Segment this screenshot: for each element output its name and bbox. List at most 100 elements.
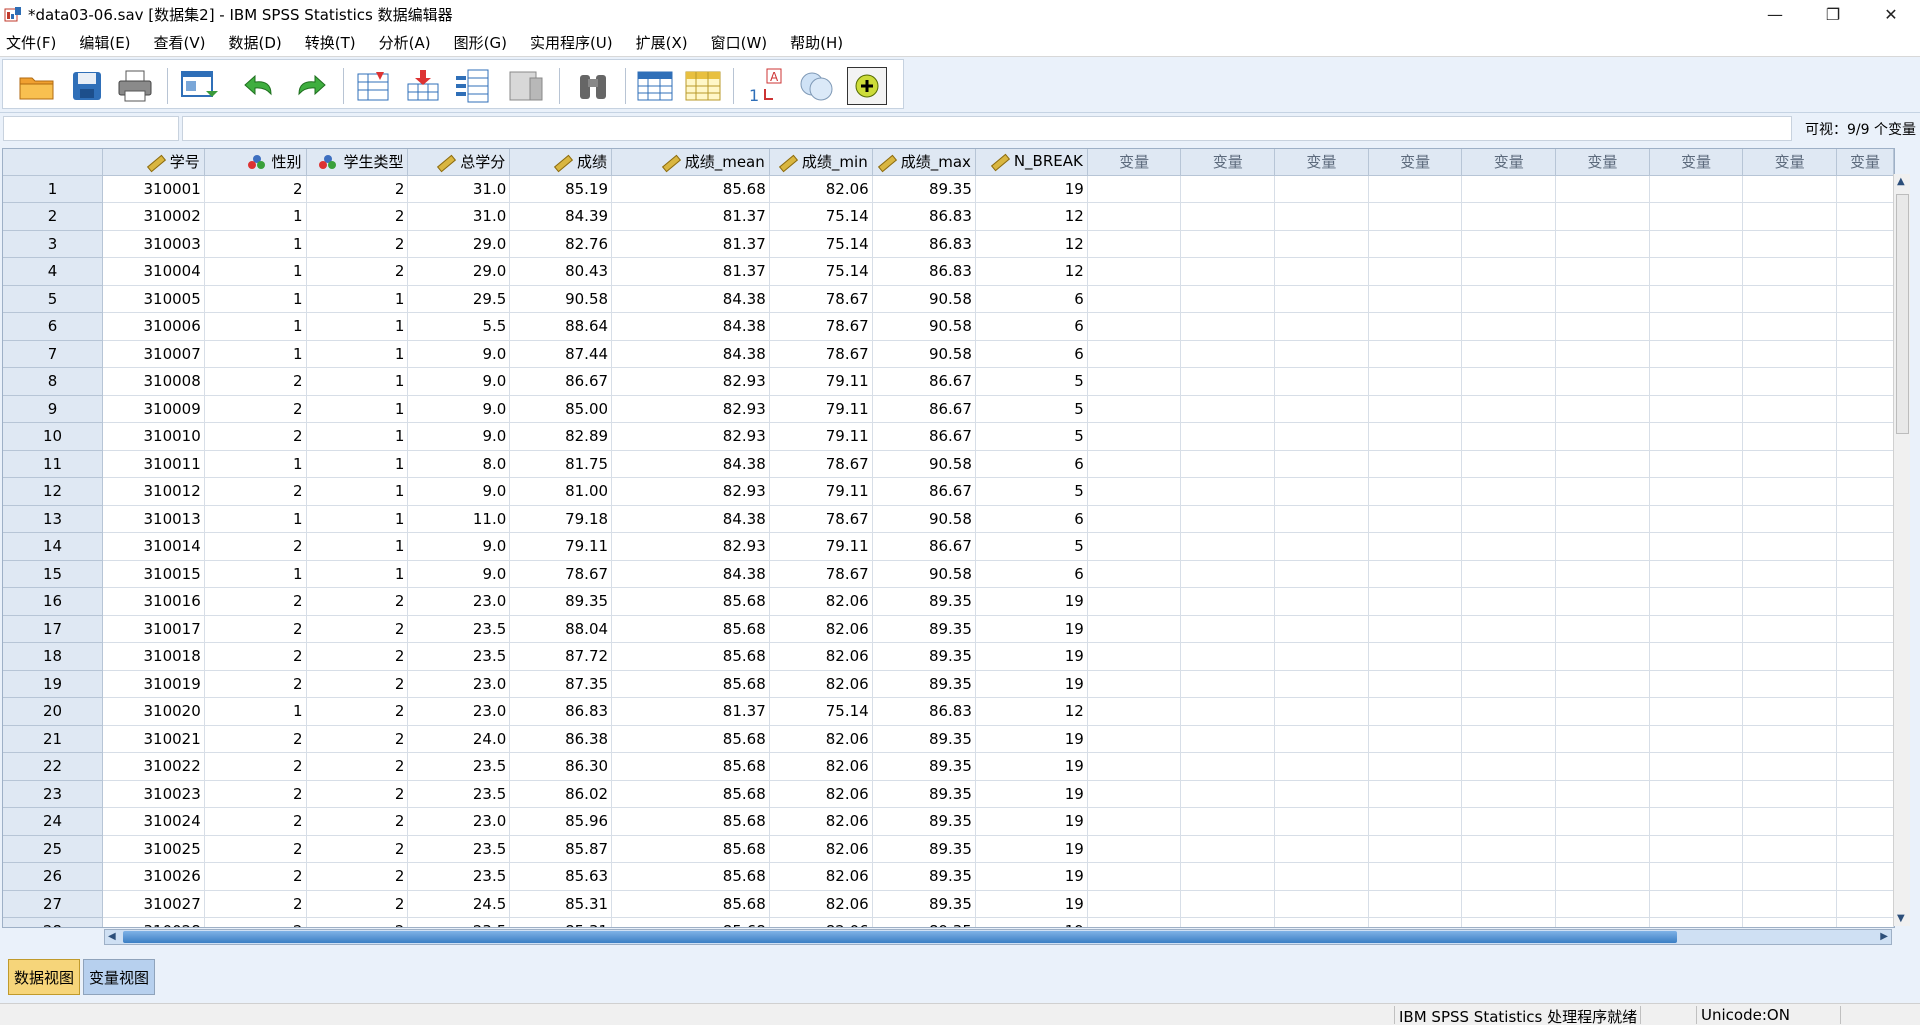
column-header[interactable]: N_BREAK [975,149,1088,176]
data-cell[interactable]: 86.67 [872,477,976,506]
row-number[interactable]: 27 [3,890,104,918]
data-cell[interactable]: 85.68 [611,780,770,808]
empty-cell[interactable] [1274,642,1369,671]
data-cell[interactable]: 85.68 [611,917,770,927]
empty-cell[interactable] [1461,422,1557,451]
empty-cell[interactable] [1274,422,1369,451]
data-cell[interactable]: 2 [306,642,409,671]
scroll-left-icon[interactable]: ◀ [108,931,116,942]
empty-cell[interactable] [1180,642,1276,671]
data-cell[interactable]: 89.35 [872,615,976,643]
data-cell[interactable]: 89.35 [872,670,976,698]
empty-cell[interactable] [1742,422,1837,451]
empty-cell[interactable] [1368,862,1463,891]
data-cell[interactable]: 89.35 [872,587,976,616]
empty-cell[interactable] [1461,642,1557,671]
vertical-scrollbar[interactable]: ▲ ▼ [1893,174,1910,926]
data-cell[interactable]: 1 [204,505,307,533]
empty-cell[interactable] [1555,725,1650,753]
empty-cell[interactable] [1836,340,1894,368]
data-cell[interactable]: 2 [204,807,307,836]
empty-cell[interactable] [1649,477,1744,506]
data-cell[interactable]: 78.67 [769,312,873,341]
menu-file[interactable]: 文件(F) [0,32,65,53]
empty-cell[interactable] [1555,367,1650,396]
row-number[interactable]: 17 [3,615,104,643]
data-cell[interactable]: 12 [975,697,1088,726]
empty-cell[interactable] [1742,725,1837,753]
recall-dialog-icon[interactable] [179,67,219,105]
open-folder-icon[interactable] [17,67,57,105]
empty-cell[interactable] [1274,202,1369,231]
data-cell[interactable]: 82.06 [769,807,873,836]
empty-cell[interactable] [1555,477,1650,506]
data-cell[interactable]: 85.87 [509,835,613,863]
cell-reference-field[interactable] [3,116,179,141]
scroll-up-icon[interactable]: ▲ [1897,176,1905,187]
row-number[interactable]: 1 [3,175,104,203]
menu-utilities[interactable]: 实用程序(U) [524,32,622,53]
data-cell[interactable]: 310014 [102,532,205,561]
data-cell[interactable]: 1 [204,697,307,726]
empty-cell[interactable] [1461,340,1557,368]
empty-cell[interactable] [1555,422,1650,451]
data-cell[interactable]: 5 [975,477,1088,506]
empty-cell[interactable] [1742,615,1837,643]
data-cell[interactable]: 84.38 [611,340,770,368]
data-cell[interactable]: 2 [306,257,409,286]
empty-variable-header[interactable]: 变量 [1368,149,1463,176]
data-cell[interactable]: 85.68 [611,670,770,698]
empty-cell[interactable] [1180,780,1276,808]
data-cell[interactable]: 2 [306,807,409,836]
empty-cell[interactable] [1836,257,1894,286]
data-cell[interactable]: 29.0 [407,257,511,286]
empty-cell[interactable] [1087,257,1182,286]
data-cell[interactable]: 24.0 [407,725,511,753]
data-cell[interactable]: 12 [975,230,1088,258]
empty-cell[interactable] [1836,670,1894,698]
empty-cell[interactable] [1649,257,1744,286]
data-cell[interactable]: 12 [975,257,1088,286]
empty-cell[interactable] [1180,862,1276,891]
data-cell[interactable]: 310007 [102,340,205,368]
data-cell[interactable]: 85.68 [611,587,770,616]
empty-cell[interactable] [1555,780,1650,808]
column-header[interactable]: 成绩_min [769,149,873,176]
empty-cell[interactable] [1274,340,1369,368]
empty-cell[interactable] [1180,890,1276,918]
data-cell[interactable]: 90.58 [872,312,976,341]
empty-cell[interactable] [1742,890,1837,918]
data-cell[interactable]: 310005 [102,285,205,313]
row-number[interactable]: 3 [3,230,104,258]
data-cell[interactable]: 12 [975,202,1088,231]
empty-cell[interactable] [1836,807,1894,836]
data-cell[interactable]: 23.5 [407,862,511,891]
data-cell[interactable]: 89.35 [872,862,976,891]
column-header[interactable]: 学生类型 [306,149,409,176]
empty-cell[interactable] [1742,532,1837,561]
empty-cell[interactable] [1555,587,1650,616]
data-cell[interactable]: 5.5 [407,312,511,341]
data-cell[interactable]: 84.38 [611,505,770,533]
empty-cell[interactable] [1274,312,1369,341]
empty-cell[interactable] [1461,697,1557,726]
empty-cell[interactable] [1087,807,1182,836]
empty-cell[interactable] [1368,697,1463,726]
empty-cell[interactable] [1555,917,1650,927]
data-cell[interactable]: 2 [306,230,409,258]
data-cell[interactable]: 87.44 [509,340,613,368]
maximize-button[interactable]: ❐ [1804,0,1862,29]
data-cell[interactable]: 23.0 [407,670,511,698]
data-cell[interactable]: 2 [306,587,409,616]
empty-cell[interactable] [1649,780,1744,808]
empty-cell[interactable] [1555,532,1650,561]
empty-variable-header[interactable]: 变量 [1555,149,1650,176]
empty-cell[interactable] [1180,367,1276,396]
column-header[interactable]: 总学分 [407,149,511,176]
empty-cell[interactable] [1836,450,1894,478]
data-cell[interactable]: 1 [204,285,307,313]
empty-cell[interactable] [1742,670,1837,698]
data-cell[interactable]: 85.00 [509,395,613,423]
row-number[interactable]: 19 [3,670,104,698]
data-cell[interactable]: 310024 [102,807,205,836]
